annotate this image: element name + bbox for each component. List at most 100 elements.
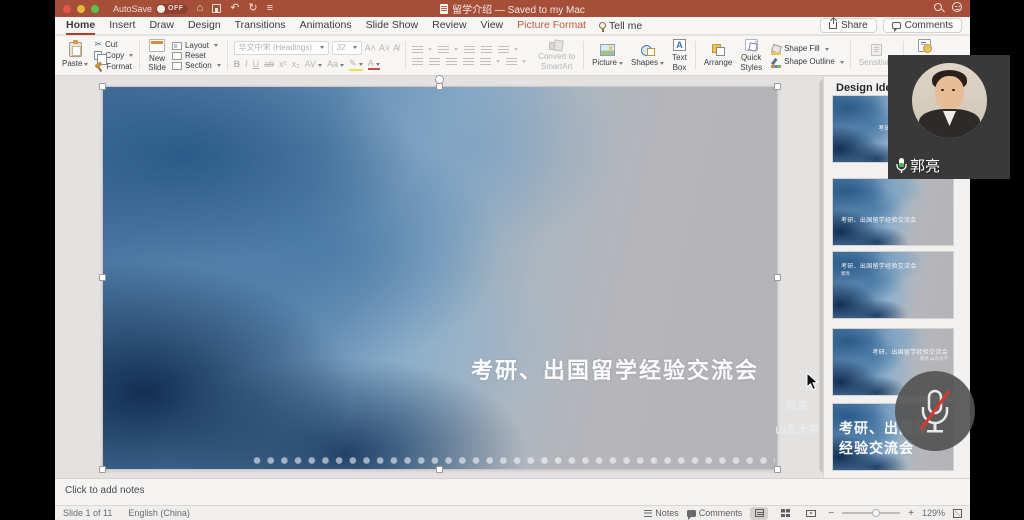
reset-icon xyxy=(172,52,182,60)
webcam-video-tile[interactable]: 郭亮 xyxy=(888,55,1010,179)
section-button[interactable]: Section xyxy=(172,62,221,70)
vertical-scrollbar[interactable] xyxy=(811,80,819,472)
bullets-button[interactable] xyxy=(412,46,432,54)
selection-handle-top-left[interactable] xyxy=(99,83,106,90)
fit-slide-to-window-icon[interactable] xyxy=(953,509,962,518)
superscript-button[interactable]: x² xyxy=(279,59,287,69)
comments-button[interactable]: Comments xyxy=(883,18,962,33)
numbering-button[interactable] xyxy=(438,46,458,54)
reset-button[interactable]: Reset xyxy=(172,52,221,60)
zoom-slider[interactable] xyxy=(842,512,900,514)
subscript-button[interactable]: x₂ xyxy=(292,59,300,69)
line-spacing-button[interactable] xyxy=(498,46,518,54)
close-window-button[interactable] xyxy=(63,5,71,13)
selection-handle-bottom-center[interactable] xyxy=(436,466,443,473)
home-icon[interactable]: ⌂ xyxy=(197,3,204,14)
picture-button[interactable]: Picture xyxy=(590,43,625,68)
highlight-color-button[interactable]: ✎ xyxy=(349,58,363,71)
slideshow-button[interactable] xyxy=(802,507,820,520)
tab-insert[interactable]: Insert xyxy=(102,17,142,34)
notes-area[interactable]: Click to add notes xyxy=(55,478,970,505)
tab-review[interactable]: Review xyxy=(425,17,473,34)
autosave-state: OFF xyxy=(168,5,184,12)
decrease-indent-button[interactable] xyxy=(464,46,475,54)
change-case-button[interactable]: Aa xyxy=(327,59,344,69)
underline-button[interactable]: U xyxy=(253,59,260,69)
save-icon[interactable] xyxy=(212,4,221,13)
justify-button[interactable] xyxy=(463,58,474,66)
fullscreen-window-button[interactable] xyxy=(91,5,99,13)
format-painter-button[interactable]: Format xyxy=(94,62,133,71)
grow-font-button[interactable]: A˄ xyxy=(365,43,376,53)
feedback-smiley-icon[interactable] xyxy=(952,2,962,12)
selection-handle-bottom-left[interactable] xyxy=(99,466,106,473)
paste-button[interactable]: Paste xyxy=(60,41,90,69)
slide-sorter-view-button[interactable] xyxy=(776,507,794,520)
tab-animations[interactable]: Animations xyxy=(293,17,359,34)
notes-toggle-button[interactable]: Notes xyxy=(644,508,679,518)
share-button[interactable]: Share xyxy=(820,18,877,33)
character-spacing-button[interactable]: AV xyxy=(305,59,322,69)
quick-styles-button[interactable]: QuickStyles xyxy=(738,38,764,72)
slide-title-text[interactable]: 考研、出国留学经验交流会 xyxy=(471,353,759,385)
italic-button[interactable]: I xyxy=(245,59,248,69)
selection-handle-bottom-right[interactable] xyxy=(774,466,781,473)
copy-button[interactable]: Copy xyxy=(94,51,133,60)
tab-picture-format[interactable]: Picture Format xyxy=(510,17,593,34)
columns-button[interactable] xyxy=(506,58,526,66)
minimize-window-button[interactable] xyxy=(77,5,85,13)
tab-transitions[interactable]: Transitions xyxy=(228,17,293,34)
strikethrough-button[interactable]: ab xyxy=(264,59,274,69)
selection-handle-mid-right[interactable] xyxy=(774,274,781,281)
text-direction-button[interactable] xyxy=(480,58,500,66)
muted-mic-indicator[interactable] xyxy=(895,371,975,451)
tab-design[interactable]: Design xyxy=(181,17,228,34)
arrange-button[interactable]: Arrange xyxy=(702,43,734,68)
shrink-font-button[interactable]: A˅ xyxy=(379,43,390,53)
comments-toggle-button[interactable]: Comments xyxy=(687,508,743,518)
zoom-in-button[interactable]: + xyxy=(908,508,914,519)
font-size-combo[interactable]: 32 xyxy=(332,41,362,55)
convert-to-smartart-button[interactable]: Convert toSmartArt xyxy=(536,39,577,71)
increase-indent-button[interactable] xyxy=(481,46,492,54)
slide-canvas[interactable]: 考研、出国留学经验交流会 郭亮 山东大学 xyxy=(103,87,777,469)
design-thumbnail-2[interactable]: 考研、出国留学经验交流会 xyxy=(833,179,953,245)
tab-slide-show[interactable]: Slide Show xyxy=(359,17,426,34)
tab-draw[interactable]: Draw xyxy=(142,17,181,34)
autosave-toggle[interactable]: AutoSave OFF xyxy=(113,4,188,14)
shapes-button[interactable]: Shapes xyxy=(629,43,666,68)
design-thumbnail-3[interactable]: 考研、出国留学经验交流会 郭亮 xyxy=(833,252,953,318)
search-icon[interactable] xyxy=(934,3,942,11)
text-box-button[interactable]: A TextBox xyxy=(670,38,689,72)
zoom-slider-thumb[interactable] xyxy=(872,509,880,517)
tell-me-button[interactable]: Tell me xyxy=(593,18,648,34)
selection-handle-top-right[interactable] xyxy=(774,83,781,90)
new-slide-button[interactable]: NewSlide xyxy=(146,38,168,73)
tab-view[interactable]: View xyxy=(474,17,511,34)
layout-button[interactable]: Layout xyxy=(172,42,221,50)
zoom-out-button[interactable]: − xyxy=(828,508,834,519)
bold-button[interactable]: B xyxy=(234,59,241,69)
more-commands-icon[interactable]: ≡ xyxy=(267,3,273,14)
document-icon xyxy=(440,4,448,14)
selection-handle-mid-left[interactable] xyxy=(99,274,106,281)
shape-fill-button[interactable]: Shape Fill xyxy=(771,45,844,54)
font-name-combo[interactable]: 华文中宋 (Headings) xyxy=(234,41,329,55)
shape-outline-button[interactable]: Shape Outline xyxy=(771,58,844,67)
selection-handle-top-center[interactable] xyxy=(436,83,443,90)
align-left-button[interactable] xyxy=(412,58,423,66)
language-indicator[interactable]: English (China) xyxy=(128,508,190,518)
notes-placeholder: Click to add notes xyxy=(65,485,145,496)
normal-view-button[interactable] xyxy=(750,507,768,520)
align-right-button[interactable] xyxy=(446,58,457,66)
paragraph-group: Convert toSmartArt xyxy=(409,38,580,73)
undo-icon[interactable]: ↶ xyxy=(230,3,239,14)
tab-home[interactable]: Home xyxy=(59,17,102,34)
design-ideas-icon xyxy=(918,39,931,52)
clear-formatting-button[interactable]: A̸ xyxy=(393,43,399,53)
font-color-button[interactable]: A xyxy=(368,58,380,70)
zoom-level[interactable]: 129% xyxy=(922,508,945,518)
redo-icon[interactable]: ↻ xyxy=(248,3,257,14)
align-center-button[interactable] xyxy=(429,58,440,66)
cut-button[interactable]: ✂Cut xyxy=(94,40,133,49)
